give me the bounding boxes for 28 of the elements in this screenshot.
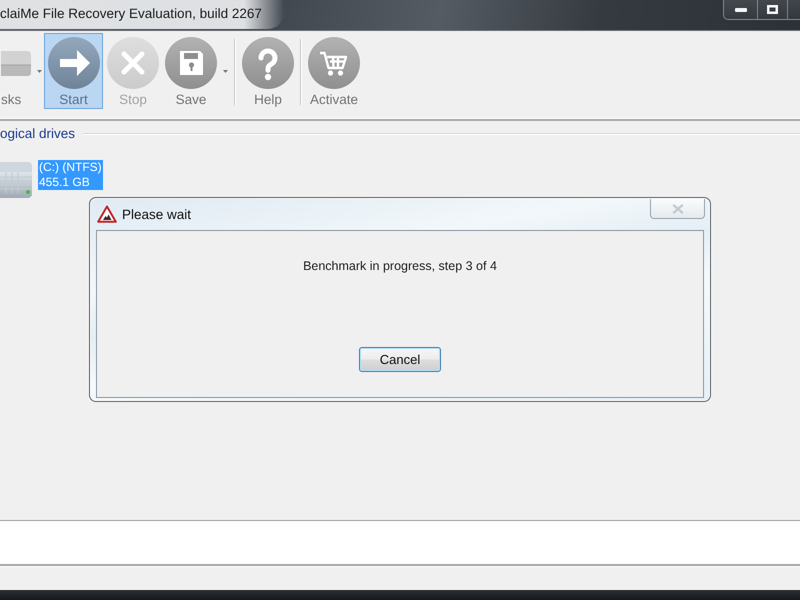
floppy-disk-icon xyxy=(165,37,217,89)
toolbar-button[interactable]: sks xyxy=(0,33,34,109)
hard-drive-icon xyxy=(0,160,33,198)
progress-message: Benchmark in progress, step 3 of 4 xyxy=(303,259,497,273)
warning-icon xyxy=(97,205,117,223)
maximize-button[interactable] xyxy=(757,0,787,20)
toolbar-button[interactable]: Help xyxy=(239,33,297,109)
toolbar-button[interactable]: Save xyxy=(162,33,220,109)
x-icon xyxy=(107,37,159,89)
drive-item[interactable]: (C:) (NTFS) 455.1 GB xyxy=(38,160,103,190)
cart-icon xyxy=(308,37,360,89)
maximize-icon xyxy=(767,5,778,14)
caption-button[interactable] xyxy=(787,0,800,20)
minimize-button[interactable] xyxy=(723,0,757,20)
arrow-right-icon xyxy=(48,37,100,89)
question-mark-icon xyxy=(242,37,294,89)
caret-icon[interactable] xyxy=(222,70,228,72)
dialog-title: Please wait xyxy=(122,206,192,222)
drive-size: 455.1 GB xyxy=(39,175,91,190)
drive-name: (C:) (NTFS) xyxy=(39,160,102,175)
cancel-button[interactable]: Cancel xyxy=(359,347,441,372)
minimize-icon xyxy=(734,8,746,12)
toolbar-button[interactable]: Start xyxy=(44,33,103,109)
close-icon xyxy=(672,204,684,214)
caret-icon[interactable] xyxy=(36,70,42,72)
toolbar-button[interactable]: Activate xyxy=(305,33,363,109)
window-title: claiMe File Recovery Evaluation, build 2267 xyxy=(0,0,284,29)
group-label: ogical drives xyxy=(0,127,76,141)
